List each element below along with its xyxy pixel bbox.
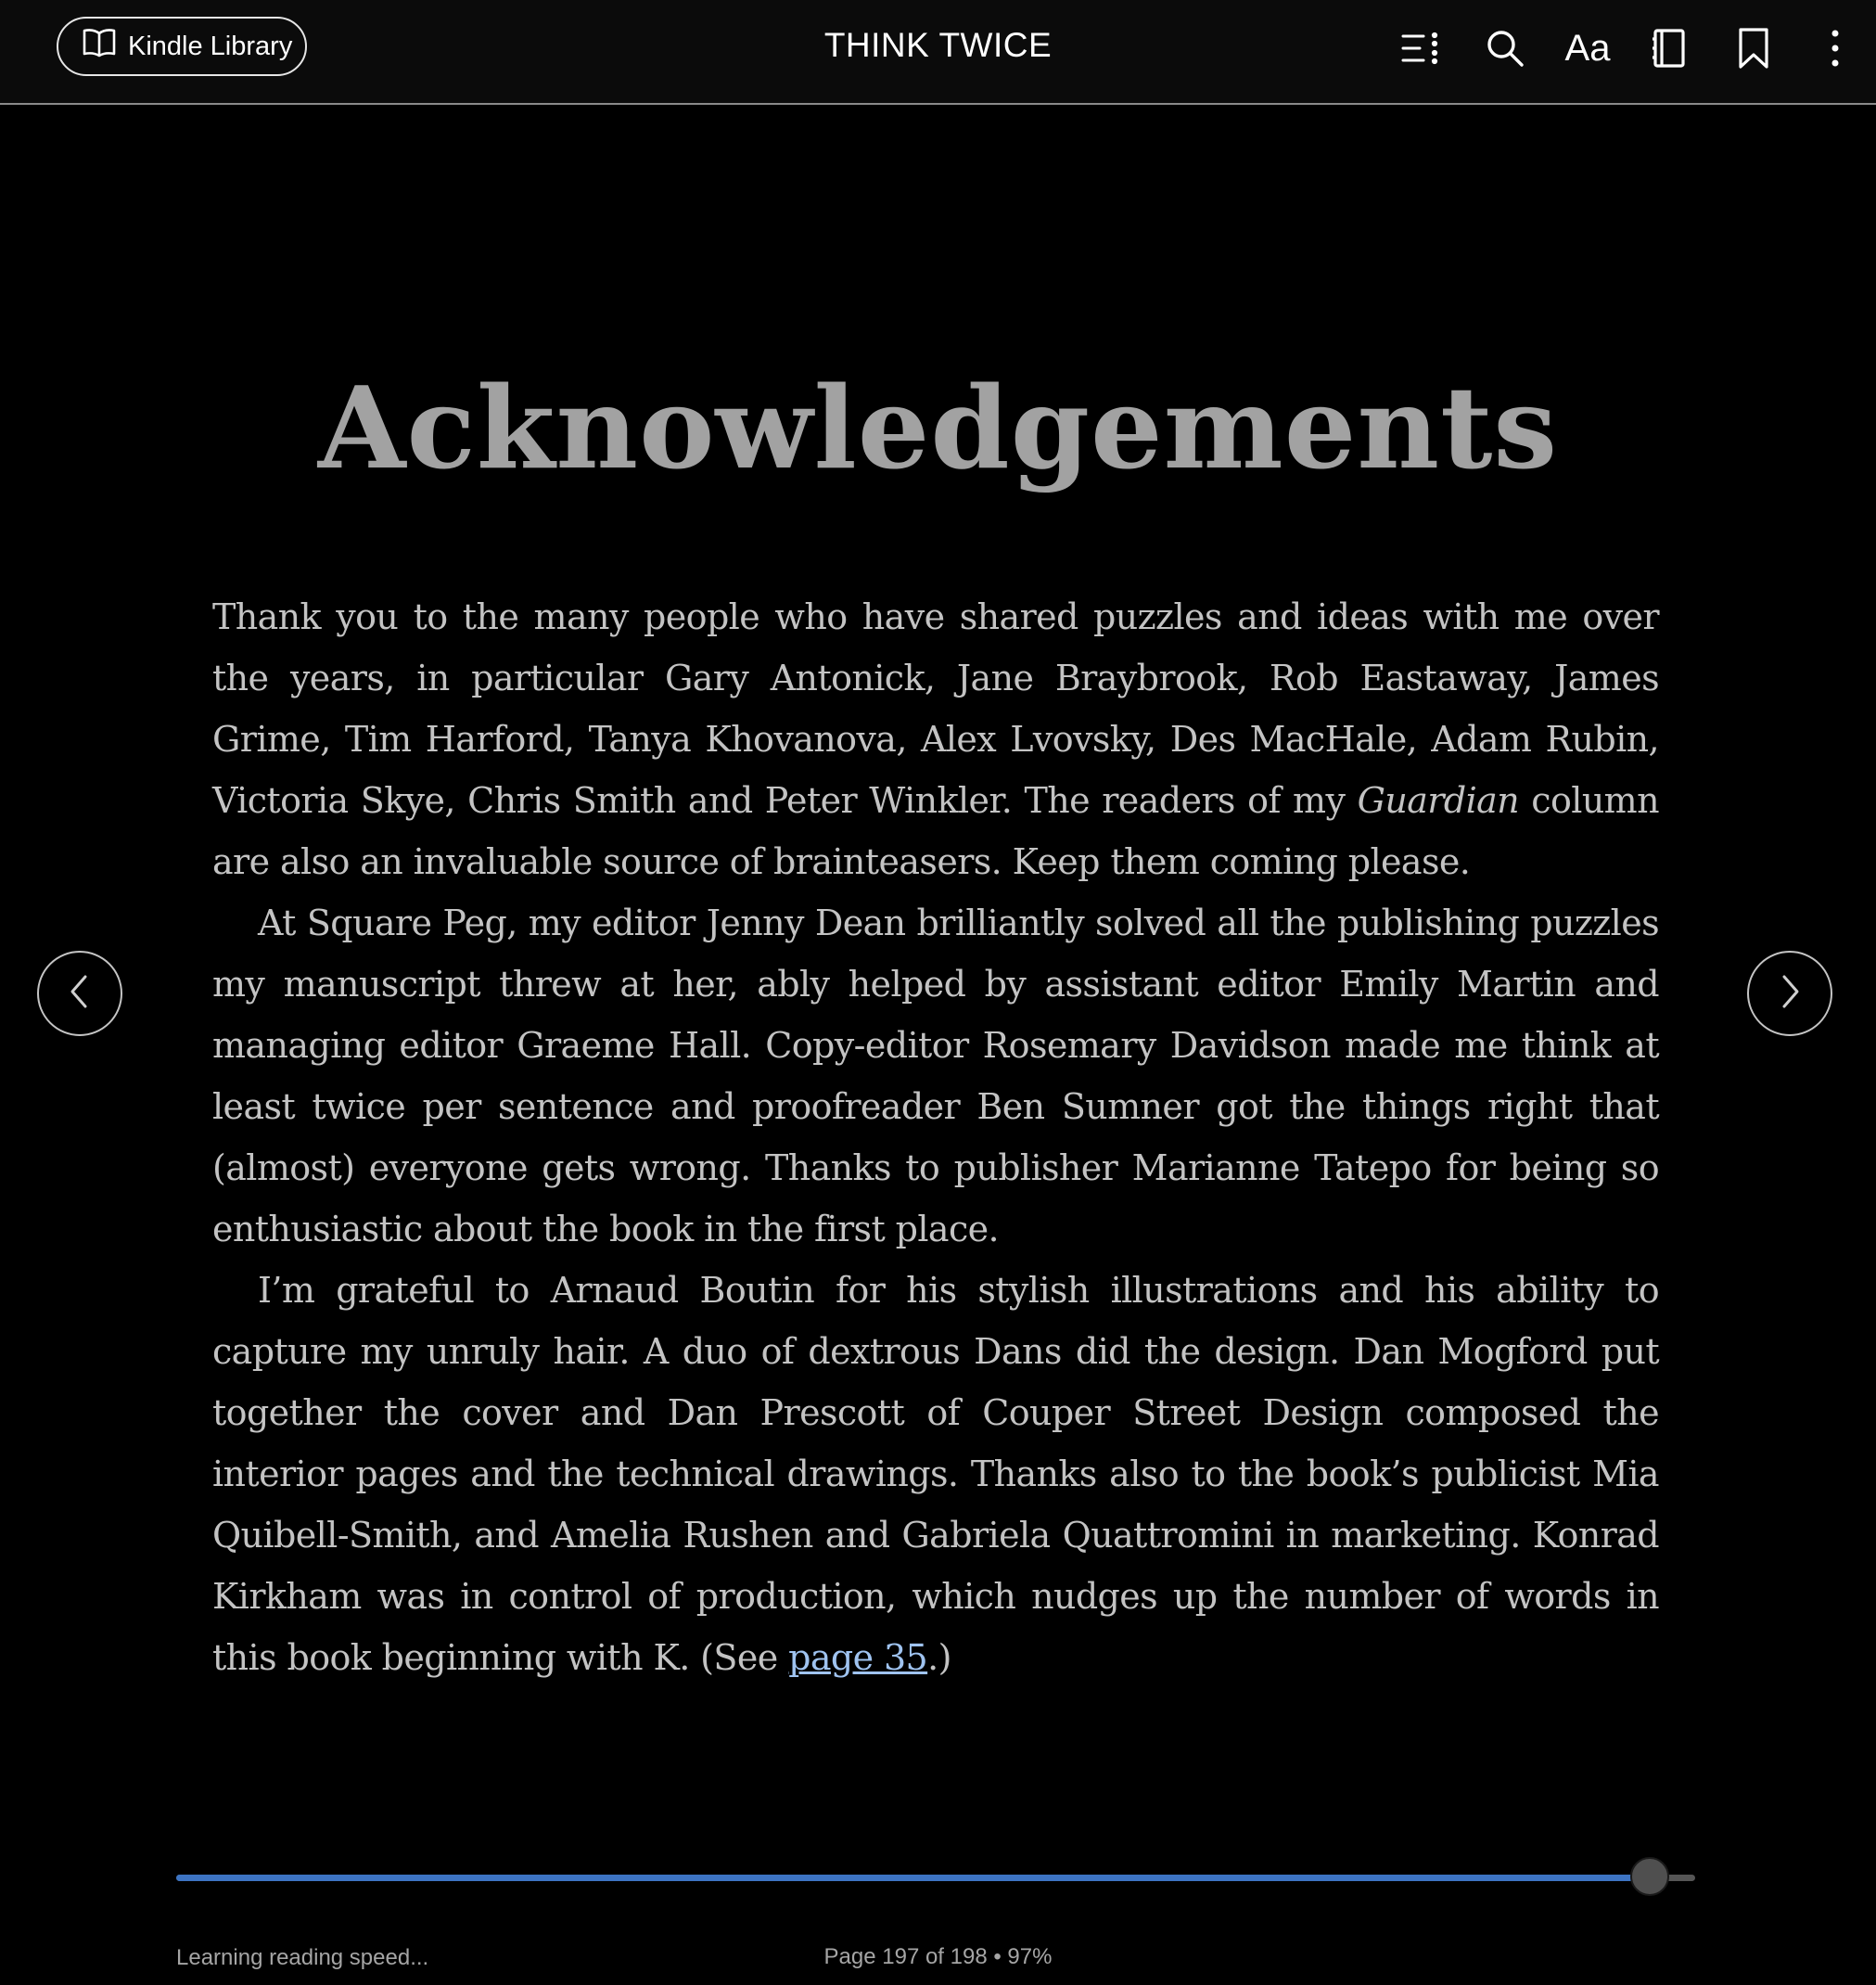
font-settings-icon[interactable]: Aa	[1562, 22, 1614, 74]
previous-page-button[interactable]	[37, 951, 122, 1036]
page-body: Thank you to the many people who have sh…	[212, 586, 1660, 1688]
page-location-status: Page 197 of 198 • 97%	[823, 1944, 1053, 1969]
reading-progress-slider[interactable]	[176, 1857, 1695, 1896]
chevron-left-icon	[68, 973, 92, 1015]
next-page-button[interactable]	[1747, 951, 1832, 1036]
notebook-icon[interactable]	[1651, 22, 1688, 74]
chevron-right-icon	[1778, 973, 1802, 1015]
paragraph-2: At Square Peg, my editor Jenny Dean bril…	[212, 903, 1660, 1249]
paragraph-3-text: I’m grateful to Arnaud Boutin for his st…	[212, 1270, 1660, 1678]
paragraph-3-text-end: .)	[927, 1637, 951, 1678]
search-icon[interactable]	[1482, 22, 1528, 74]
more-options-icon[interactable]	[1821, 22, 1849, 74]
bookmark-icon[interactable]	[1735, 22, 1772, 74]
table-of-contents-icon[interactable]	[1397, 22, 1443, 74]
chapter-title: Acknowledgements	[317, 361, 1559, 494]
page-35-link[interactable]: page 35	[788, 1637, 928, 1678]
progress-slider-thumb[interactable]	[1630, 1857, 1669, 1896]
paragraph-1: Thank you to the many people who have sh…	[212, 586, 1660, 892]
font-settings-label: Aa	[1564, 27, 1611, 69]
paragraph-3: I’m grateful to Arnaud Boutin for his st…	[212, 1260, 1660, 1688]
reading-progress-fill	[176, 1875, 1650, 1881]
top-toolbar: Kindle Library THINK TWICE Aa	[0, 0, 1876, 105]
guardian-italic: Guardian	[1357, 780, 1520, 821]
